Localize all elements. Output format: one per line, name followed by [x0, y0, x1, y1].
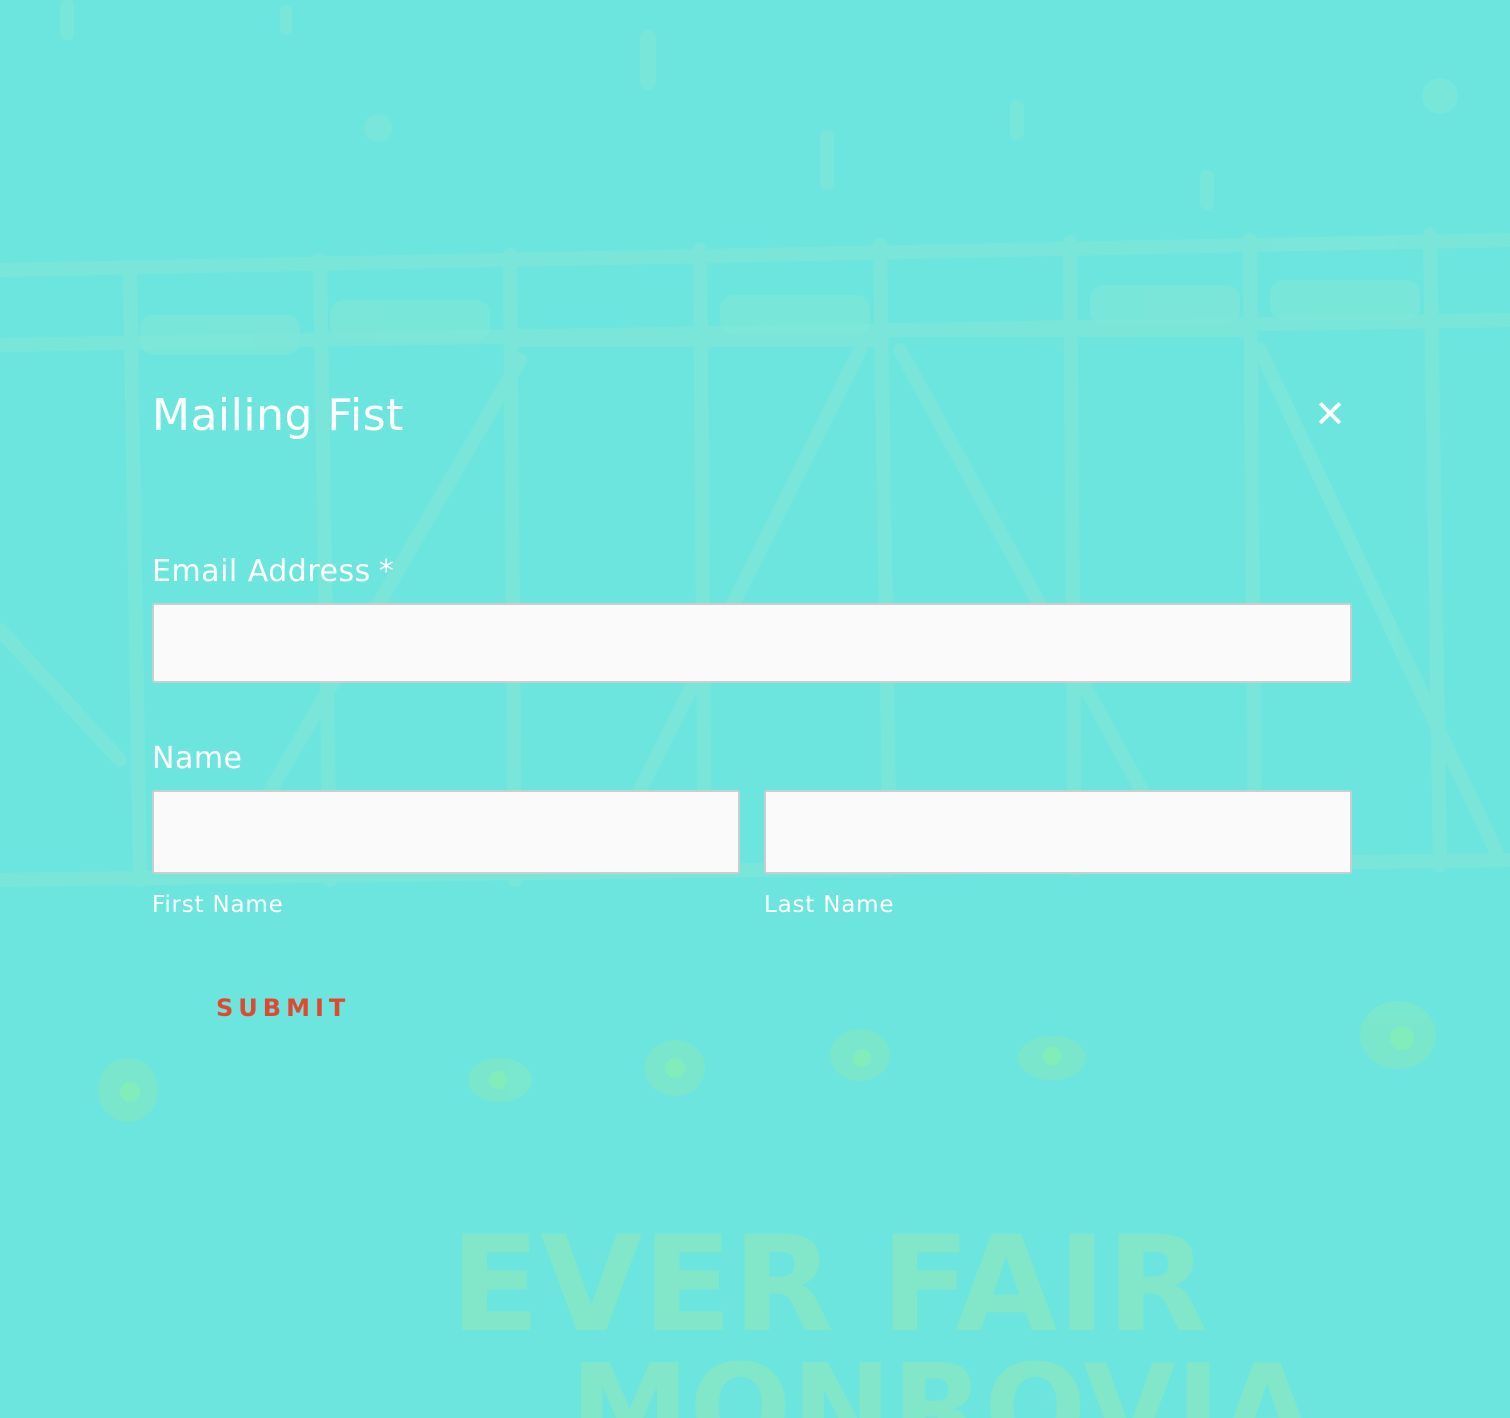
submit-button[interactable]: SUBMIT	[200, 988, 366, 1028]
close-button[interactable]: ✕	[1308, 392, 1352, 436]
email-label: Email Address *	[152, 552, 394, 592]
mailing-list-modal: Mailing Fist ✕ Email Address * Name First…	[0, 0, 1510, 1418]
last-name-sublabel: Last Name	[764, 892, 895, 918]
last-name-field[interactable]	[764, 790, 1352, 874]
name-label: Name	[152, 741, 243, 776]
email-field[interactable]	[152, 603, 1352, 683]
email-label-text: Email Address	[152, 554, 371, 589]
modal-title: Mailing Fist	[152, 390, 404, 441]
first-name-sublabel: First Name	[152, 892, 284, 918]
required-mark: *	[378, 554, 395, 589]
first-name-field[interactable]	[152, 790, 740, 874]
close-icon: ✕	[1314, 392, 1346, 436]
